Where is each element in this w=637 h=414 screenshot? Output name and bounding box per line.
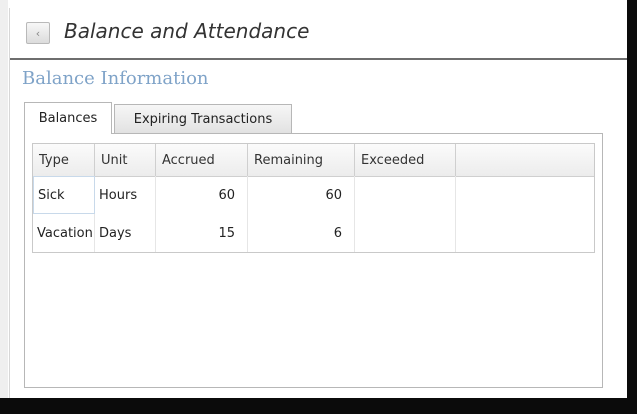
title-bar: ‹ Balance and Attendance <box>10 8 628 60</box>
cell-remaining[interactable]: 60 <box>248 176 355 214</box>
column-header-type[interactable]: Type <box>33 144 95 176</box>
column-header-accrued[interactable]: Accrued <box>156 144 248 176</box>
back-button[interactable]: ‹ <box>26 22 50 44</box>
cell-accrued[interactable]: 60 <box>156 176 248 214</box>
column-header-remaining[interactable]: Remaining <box>248 144 355 176</box>
column-header-unit[interactable]: Unit <box>95 144 156 176</box>
cell-exceeded[interactable] <box>355 214 456 252</box>
back-arrow-icon: ‹ <box>35 26 41 40</box>
cell-type[interactable]: Sick <box>33 176 95 214</box>
window-title: Balance and Attendance <box>64 19 310 43</box>
right-edge <box>627 0 637 414</box>
tab-expiring-transactions-label: Expiring Transactions <box>133 111 273 127</box>
balances-grid: Type Unit Accrued Remaining Exceeded Sic… <box>32 143 595 253</box>
balances-tab-panel: Type Unit Accrued Remaining Exceeded Sic… <box>24 133 603 388</box>
tab-balances-label: Balances <box>38 111 98 126</box>
cell-unit[interactable]: Hours <box>95 176 156 214</box>
section-title: Balance Information <box>22 68 209 89</box>
table-row[interactable]: Sick Hours 60 60 <box>33 176 594 214</box>
cell-exceeded[interactable] <box>355 176 456 214</box>
cell-unit[interactable]: Days <box>95 214 156 252</box>
grid-header: Type Unit Accrued Remaining Exceeded <box>33 144 594 177</box>
tab-expiring-transactions[interactable]: Expiring Transactions <box>114 104 292 134</box>
app-frame: ‹ Balance and Attendance Balance Informa… <box>0 0 637 414</box>
bottom-edge <box>0 398 637 414</box>
column-header-filler <box>456 144 594 176</box>
left-edge <box>0 0 8 414</box>
cell-type[interactable]: Vacation <box>33 214 95 252</box>
balance-window: ‹ Balance and Attendance Balance Informa… <box>9 8 628 398</box>
tab-balances[interactable]: Balances <box>24 102 112 134</box>
cell-remaining[interactable]: 6 <box>248 214 355 252</box>
cell-accrued[interactable]: 15 <box>156 214 248 252</box>
table-row[interactable]: Vacation Days 15 6 <box>33 214 594 252</box>
column-header-exceeded[interactable]: Exceeded <box>355 144 456 176</box>
